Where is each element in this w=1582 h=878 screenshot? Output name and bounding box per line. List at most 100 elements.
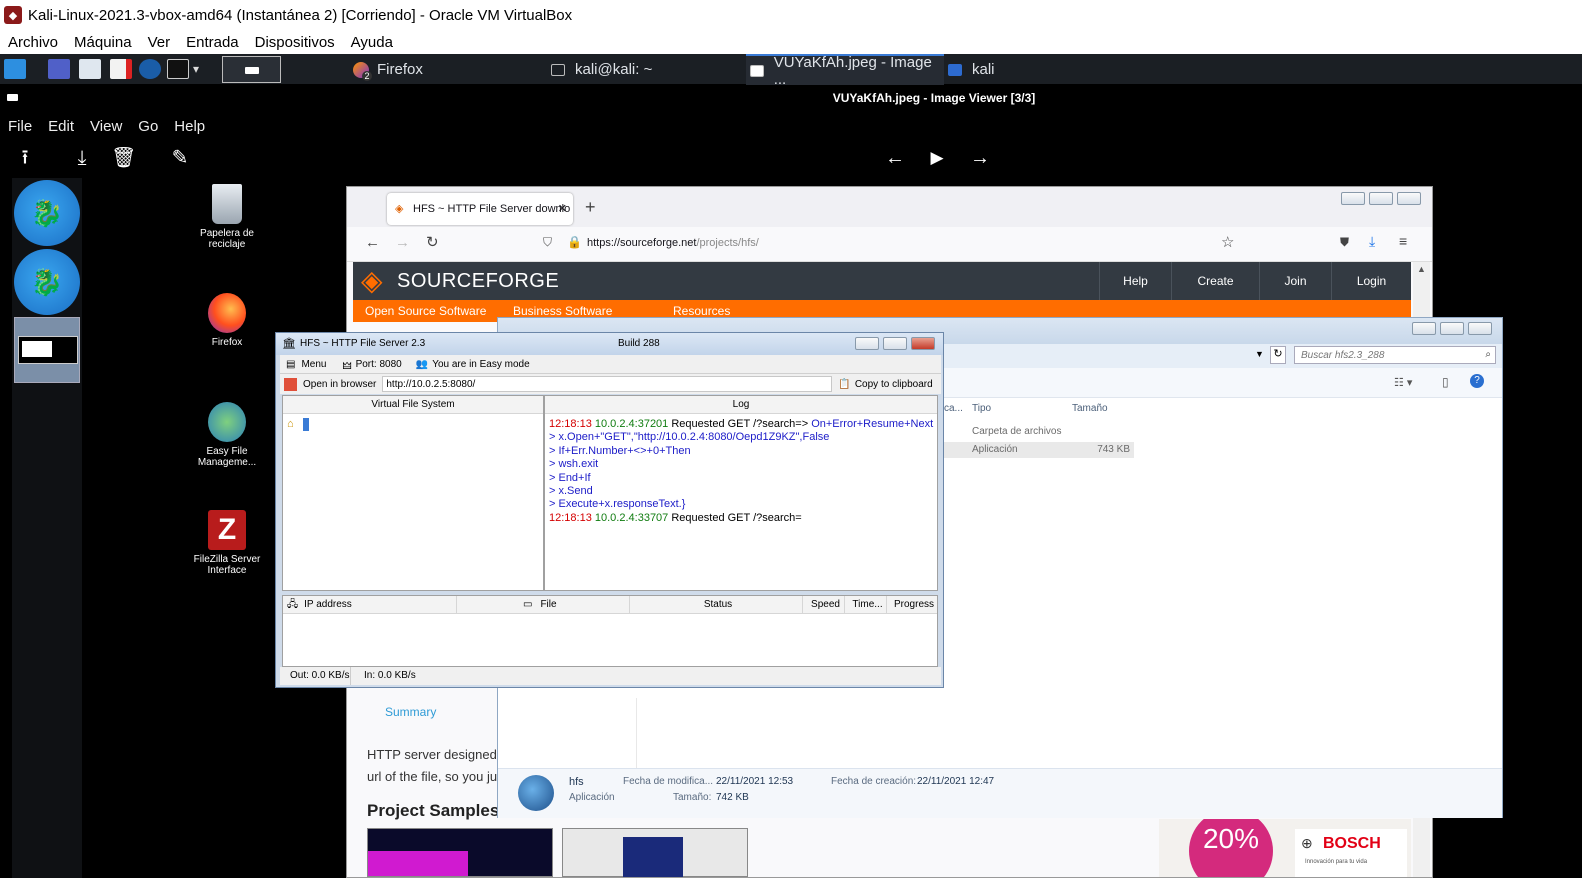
thumbnail-strip: 🐉 🐉 — [12, 178, 82, 878]
close-window-icon[interactable] — [1468, 322, 1492, 335]
sf-tab-resources[interactable]: Resources — [673, 304, 730, 318]
col-ip[interactable]: 🖧 IP address — [283, 596, 457, 614]
hfs-mode-button[interactable]: You are in Easy mode — [432, 359, 529, 370]
minimize-icon[interactable] — [1412, 322, 1436, 335]
sf-tab-business[interactable]: Business Software — [513, 304, 612, 318]
close-window-icon[interactable] — [911, 337, 935, 350]
maximize-icon[interactable] — [1440, 322, 1464, 335]
upload-icon[interactable]: ⭱ — [13, 146, 37, 170]
sf-nav-login[interactable]: Login — [1331, 262, 1411, 300]
viewer-menu-view[interactable]: View — [90, 118, 122, 135]
thumbnail-screenshot-selected[interactable] — [14, 317, 80, 383]
vbox-menu-ver[interactable]: Ver — [148, 34, 171, 51]
preview-pane-icon[interactable]: ▯ — [1442, 375, 1449, 389]
details-mod-label: Fecha de modifica... — [623, 776, 714, 787]
task-terminal[interactable]: kali@kali: ~ — [551, 54, 731, 85]
workspace-icon[interactable] — [48, 59, 70, 79]
task-firefox[interactable]: 2 Firefox — [353, 54, 533, 85]
thumbnail-kali-logo-1[interactable]: 🐉 — [14, 180, 80, 246]
address-dropdown-icon[interactable]: ▼ — [1255, 349, 1264, 359]
task-image-viewer[interactable]: VUYaKfAh.jpeg - Image ... — [746, 54, 944, 88]
hfs-menu-button[interactable]: Menu — [301, 359, 326, 370]
vbox-menu-entrada[interactable]: Entrada — [186, 34, 239, 51]
copy-to-clipboard-button[interactable]: Copy to clipboard — [855, 379, 933, 390]
viewer-menu-file[interactable]: File — [8, 118, 32, 135]
desktop-icon-firefox[interactable]: Firefox — [182, 293, 272, 348]
col-file[interactable]: ▭ File — [457, 596, 630, 614]
browser-icon[interactable] — [139, 59, 161, 79]
explorer-row-folder[interactable]: Carpeta de archivos — [944, 424, 1134, 440]
file-manager-icon[interactable] — [79, 59, 101, 79]
minimize-icon[interactable] — [1341, 192, 1365, 205]
tracking-shield-icon[interactable]: ⛉ — [543, 235, 552, 250]
col-time[interactable]: Time... — [845, 596, 887, 614]
save-icon[interactable]: ⤓ — [70, 146, 94, 170]
col-tamano[interactable]: Tamaño — [1072, 403, 1108, 414]
col-progress[interactable]: Progress — [887, 596, 937, 614]
vbox-menu-archivo[interactable]: Archivo — [8, 34, 58, 51]
sf-nav-join[interactable]: Join — [1259, 262, 1331, 300]
home-folder-icon[interactable]: ⌂ — [287, 418, 294, 430]
sf-tab-open-source[interactable]: Open Source Software — [365, 304, 486, 318]
col-speed[interactable]: Speed — [803, 596, 845, 614]
workspace-switcher[interactable] — [222, 56, 281, 83]
desktop-icon-recycle[interactable]: Papelera de reciclaje — [182, 184, 272, 250]
desktop-icon-easy-file[interactable]: Easy File Manageme... — [182, 402, 272, 468]
sf-nav-help[interactable]: Help — [1099, 262, 1171, 300]
text-editor-icon[interactable] — [110, 59, 132, 79]
back-arrow-icon[interactable]: ← — [365, 234, 380, 251]
help-icon[interactable]: ? — [1470, 374, 1484, 388]
kali-menu-icon[interactable] — [4, 59, 26, 79]
summary-tab[interactable]: Summary — [385, 705, 436, 719]
vbox-menu-dispositivos[interactable]: Dispositivos — [255, 34, 335, 51]
viewer-menu-go[interactable]: Go — [138, 118, 158, 135]
close-window-icon[interactable] — [1397, 192, 1421, 205]
thumbnail-kali-logo-2[interactable]: 🐉 — [14, 249, 80, 315]
open-in-browser-button[interactable]: Open in browser — [303, 379, 376, 390]
vbox-menu-ayuda[interactable]: Ayuda — [351, 34, 393, 51]
edit-pencil-icon[interactable]: ✎ — [168, 146, 192, 170]
bosch-ad[interactable]: 20% ⊕ BOSCH Innovación para tu vida — [1159, 819, 1411, 877]
bookmark-star-icon[interactable]: ☆ — [1221, 233, 1234, 251]
viewer-menu-edit[interactable]: Edit — [48, 118, 74, 135]
view-options-icon[interactable]: ☷ ▾ — [1394, 376, 1412, 389]
in-speed: In: 0.0 KB/s — [364, 670, 416, 681]
sf-nav-create[interactable]: Create — [1171, 262, 1259, 300]
col-tipo[interactable]: Tipo — [972, 403, 991, 414]
project-sample-image-2[interactable] — [562, 828, 748, 877]
new-tab-icon[interactable]: + — [585, 197, 596, 218]
refresh-icon[interactable]: ↻ — [1270, 346, 1286, 364]
hfs-port-button[interactable]: Port: 8080 — [356, 359, 402, 370]
maximize-icon[interactable] — [1369, 192, 1393, 205]
sourceforge-logo-text[interactable]: SOURCEFORGE — [397, 270, 559, 293]
delete-icon[interactable]: 🗑 — [111, 146, 136, 170]
terminal-icon[interactable] — [167, 59, 189, 79]
project-sample-image-1[interactable] — [367, 828, 553, 877]
close-tab-icon[interactable]: ✕ — [558, 193, 567, 225]
maximize-icon[interactable] — [883, 337, 907, 350]
url-bar[interactable]: https://sourceforge.net/projects/hfs/ — [587, 237, 759, 249]
col-modified[interactable]: ca... — [944, 403, 963, 414]
forward-arrow-icon[interactable]: → — [395, 234, 410, 251]
desktop-icon-filezilla[interactable]: Z FileZilla Server Interface — [182, 510, 272, 576]
pocket-icon[interactable]: ⛊ — [1340, 235, 1349, 250]
hfs-url-field[interactable]: http://10.0.2.5:8080/ — [382, 376, 833, 392]
root-node-selected[interactable] — [303, 418, 309, 431]
viewer-menu-help[interactable]: Help — [174, 118, 205, 135]
vbox-menu-maquina[interactable]: Máquina — [74, 34, 132, 51]
minimize-icon[interactable] — [855, 337, 879, 350]
col-status[interactable]: Status — [630, 596, 803, 614]
previous-arrow-icon[interactable]: ← — [883, 146, 907, 170]
chevron-down-icon[interactable]: ▾ — [193, 62, 199, 76]
play-slideshow-icon[interactable]: ▶ — [925, 146, 949, 170]
reload-icon[interactable]: ↻ — [426, 233, 439, 251]
firefox-tab-hfs[interactable]: ◈ HFS ~ HTTP File Server downlo ✕ — [387, 193, 573, 225]
hamburger-menu-icon[interactable]: ≡ — [1399, 233, 1407, 249]
download-icon[interactable]: ⤓ — [1369, 233, 1375, 250]
next-arrow-icon[interactable]: → — [968, 146, 992, 170]
scroll-up-icon[interactable]: ▲ — [1417, 264, 1426, 274]
task-kali-folder[interactable]: kali — [948, 54, 1048, 85]
lock-icon[interactable]: 🔒 — [567, 235, 582, 249]
explorer-row-application[interactable]: Aplicación 743 KB — [944, 442, 1134, 458]
explorer-search-input[interactable]: Buscar hfs2.3_288 ⌕ — [1294, 346, 1496, 364]
